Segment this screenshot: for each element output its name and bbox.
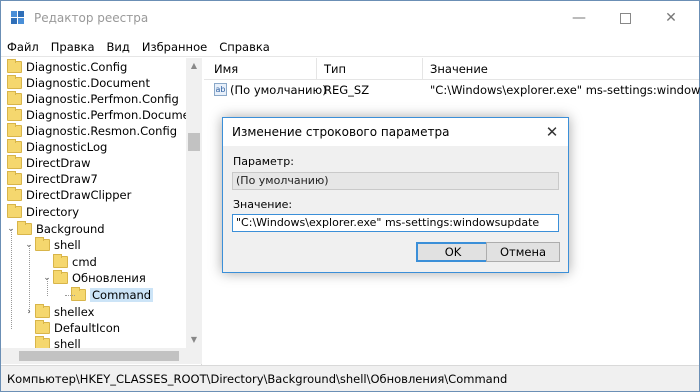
tree-item-cmd[interactable]: cmd	[41, 254, 97, 270]
list-header: Имя Тип Значение	[204, 58, 699, 80]
folder-icon	[7, 75, 22, 89]
tree-item-directory[interactable]: Directory	[7, 204, 79, 220]
status-bar: Компьютер\HKEY_CLASSES_ROOT\Directory\Ba…	[1, 365, 699, 391]
dialog-title-bar: Изменение строкового параметра ✕	[223, 118, 568, 146]
folder-icon	[35, 320, 50, 334]
value-name: (По умолчанию)	[230, 83, 327, 97]
folder-icon	[7, 107, 22, 121]
maximize-icon	[619, 12, 631, 24]
string-value-icon: ab	[214, 83, 227, 96]
maximize-button[interactable]	[602, 1, 648, 35]
column-type[interactable]: Тип	[324, 62, 346, 76]
folder-icon	[7, 91, 22, 105]
tree-item-shell[interactable]: ⌄ shell	[23, 237, 81, 253]
window-title: Редактор реестра	[34, 11, 149, 25]
title-bar: Редактор реестра — ✕	[1, 1, 699, 35]
menu-bar: Файл Правка Вид Избранное Справка	[1, 37, 699, 57]
folder-icon	[53, 254, 68, 268]
dialog-close-button[interactable]: ✕	[541, 121, 563, 143]
tree-connector	[11, 229, 12, 329]
tree-connector	[47, 278, 48, 296]
value-label: Значение:	[233, 198, 293, 211]
close-icon: ✕	[545, 123, 559, 141]
tree-item[interactable]: DirectDraw7	[7, 171, 98, 187]
folder-icon	[7, 59, 22, 73]
scroll-up-icon[interactable]: ▲	[186, 58, 202, 74]
cancel-button[interactable]: Отмена	[486, 242, 560, 262]
list-item[interactable]: ab (По умолчанию) REG_SZ "C:\Windows\exp…	[204, 81, 700, 99]
status-path: Компьютер\HKEY_CLASSES_ROOT\Directory\Ba…	[7, 371, 508, 386]
tree-horizontal-scrollbar[interactable]	[1, 348, 202, 364]
folder-icon	[7, 123, 22, 137]
value-data-input[interactable]: "C:\Windows\explorer.exe" ms-settings:wi…	[232, 214, 559, 232]
tree-vertical-scrollbar[interactable]: ▲ ▼	[186, 58, 202, 348]
value-data: "C:\Windows\explorer.exe" ms-settings:wi…	[430, 83, 700, 97]
minimize-button[interactable]: —	[556, 1, 602, 35]
minimize-icon: —	[572, 10, 586, 26]
tree-item[interactable]: DiagnosticLog	[7, 139, 107, 155]
menu-favorites[interactable]: Избранное	[142, 40, 207, 54]
menu-help[interactable]: Справка	[219, 40, 270, 54]
tree-connector	[29, 245, 30, 313]
ok-button[interactable]: OK	[416, 242, 490, 262]
param-name-field: (По умолчанию)	[232, 172, 559, 190]
tree-item[interactable]: Diagnostic.Document	[7, 75, 150, 91]
folder-icon	[35, 237, 50, 251]
folder-icon	[7, 204, 22, 218]
registry-editor-icon	[11, 11, 25, 24]
scroll-thumb[interactable]	[188, 133, 200, 151]
tree-item-shellex[interactable]: › shellex	[23, 304, 94, 320]
tree-item-defaulticon[interactable]: DefaultIcon	[23, 320, 120, 336]
tree-item[interactable]: Diagnostic.Resmon.Config	[7, 123, 177, 139]
folder-icon	[17, 221, 32, 235]
tree-item[interactable]: DirectDrawClipper	[7, 187, 131, 203]
folder-icon	[7, 155, 22, 169]
tree-item[interactable]: Diagnostic.Perfmon.Config	[7, 91, 179, 107]
tree-item[interactable]: DirectDraw	[7, 155, 90, 171]
tree-item[interactable]: Diagnostic.Config	[7, 59, 127, 75]
edit-string-dialog: Изменение строкового параметра ✕ Парамет…	[222, 117, 569, 273]
menu-view[interactable]: Вид	[107, 40, 130, 54]
close-icon: ✕	[665, 10, 677, 26]
scroll-down-icon[interactable]: ▼	[186, 332, 202, 348]
tree-item[interactable]: Diagnostic.Perfmon.Document	[7, 107, 201, 123]
menu-edit[interactable]: Правка	[51, 40, 95, 54]
tree-item-updates[interactable]: ⌄ Обновления	[41, 270, 146, 286]
menu-file[interactable]: Файл	[7, 40, 39, 54]
column-name[interactable]: Имя	[214, 62, 238, 76]
folder-icon	[7, 139, 22, 153]
param-label: Параметр:	[233, 155, 294, 168]
key-tree: Diagnostic.Config Diagnostic.Document Di…	[1, 58, 202, 365]
folder-icon	[53, 270, 68, 284]
folder-icon	[7, 187, 22, 201]
dialog-title: Изменение строкового параметра	[232, 125, 450, 139]
tree-item-background[interactable]: ⌄ Background	[5, 221, 105, 237]
tree-connector	[65, 295, 75, 296]
folder-icon	[7, 171, 22, 185]
scroll-thumb[interactable]	[19, 351, 179, 361]
value-type: REG_SZ	[324, 83, 370, 97]
close-button[interactable]: ✕	[648, 1, 694, 35]
folder-icon	[35, 304, 50, 318]
column-value[interactable]: Значение	[430, 62, 488, 76]
